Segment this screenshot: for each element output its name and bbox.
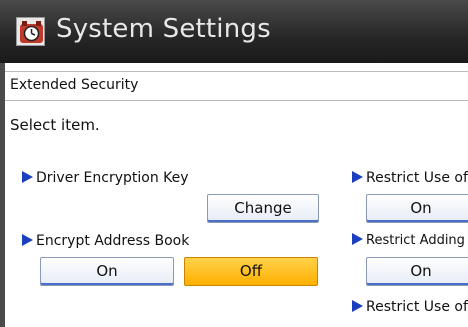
arrow-right-icon: [22, 234, 33, 246]
arrow-right-icon: [352, 171, 363, 183]
settings-clock-icon: [16, 17, 45, 46]
change-driver-encryption-key-button[interactable]: Change: [207, 194, 319, 223]
encrypt-address-book-off-button[interactable]: Off: [184, 257, 318, 286]
section-header: Extended Security: [5, 71, 468, 101]
driver-encryption-key-label: Driver Encryption Key: [22, 170, 189, 186]
title-bar: System Settings: [0, 0, 468, 63]
restrict-adding-on-button[interactable]: On: [366, 257, 468, 286]
encrypt-address-book-on-button[interactable]: On: [40, 257, 174, 286]
instruction-text: Select item.: [10, 116, 100, 134]
section-title: Extended Security: [10, 77, 139, 93]
restrict-use-label-2: Restrict Use of: [352, 299, 468, 315]
restrict-adding-label: Restrict Adding of: [352, 233, 468, 248]
arrow-right-icon: [352, 300, 363, 312]
encrypt-address-book-label: Encrypt Address Book: [22, 233, 189, 249]
restrict-use-on-button[interactable]: On: [366, 194, 468, 223]
restrict-use-label: Restrict Use of: [352, 170, 468, 186]
arrow-right-icon: [352, 233, 363, 245]
arrow-right-icon: [22, 171, 33, 183]
window-title: System Settings: [56, 14, 271, 44]
